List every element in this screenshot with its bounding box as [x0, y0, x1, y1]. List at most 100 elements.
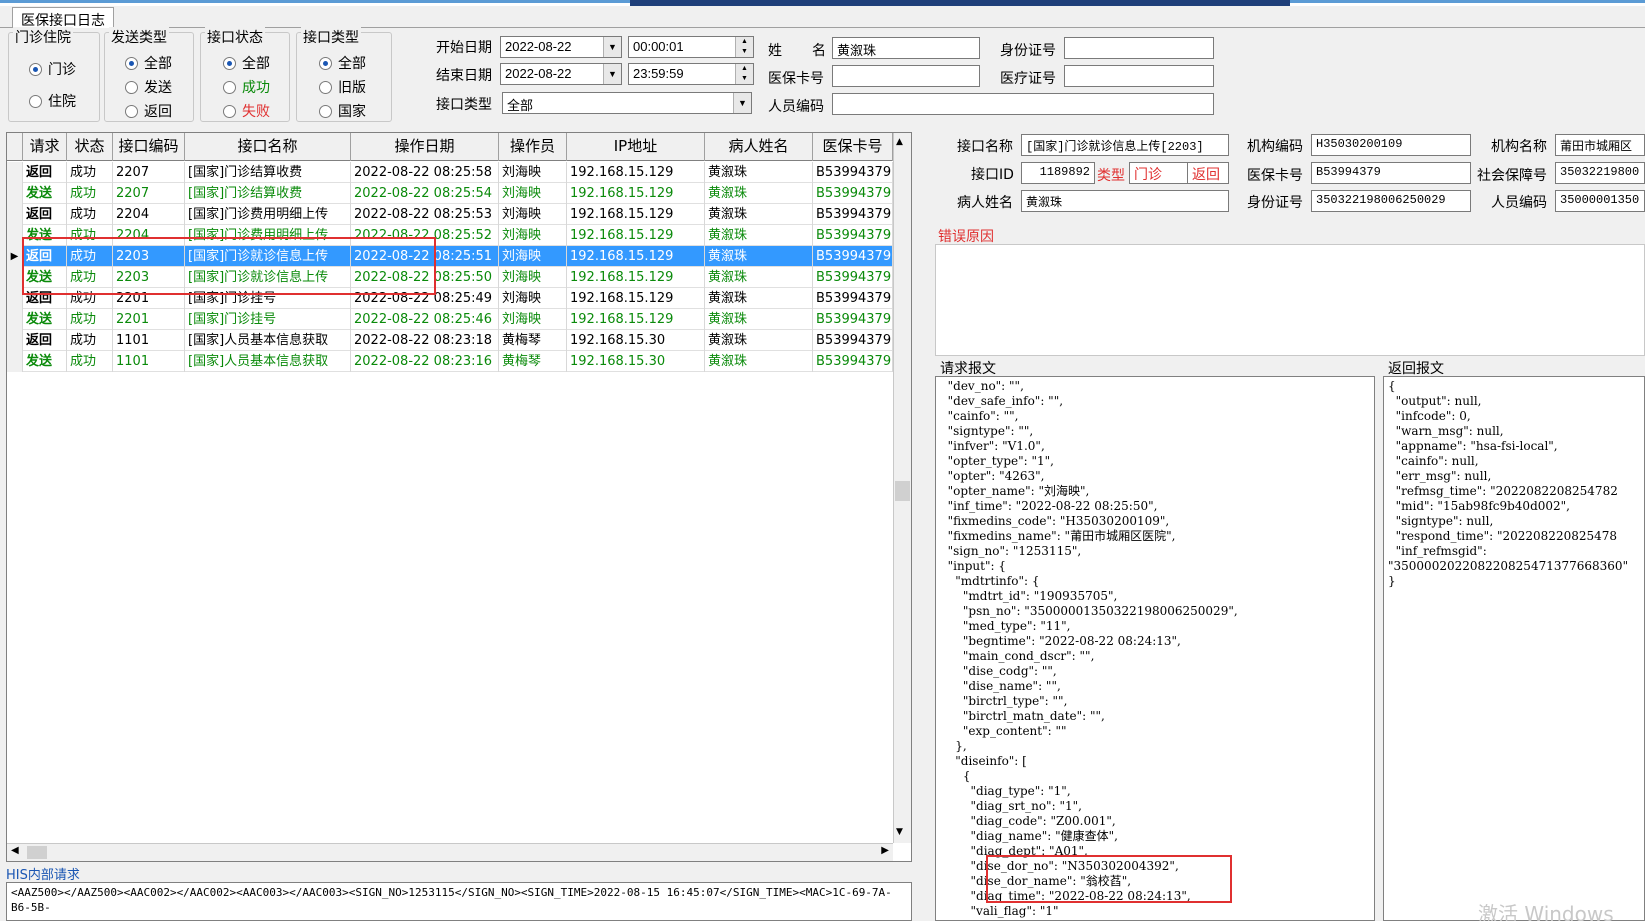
- row-indicator[interactable]: [7, 330, 23, 351]
- col-operator[interactable]: 操作员: [499, 133, 567, 161]
- cell-patient: 黄溆珠: [705, 288, 813, 309]
- cell-operator: 刘海映: [499, 246, 567, 267]
- request-message-box[interactable]: "dev_no": "", "dev_safe_info": "", "cain…: [935, 376, 1375, 921]
- scroll-down-icon[interactable]: ▼: [896, 827, 903, 837]
- cell-patient: 黄溆珠: [705, 162, 813, 183]
- patient-name-input[interactable]: 黄溆珠: [832, 37, 980, 59]
- chevron-down-icon[interactable]: ▼: [603, 37, 621, 57]
- chevron-down-icon[interactable]: ▼: [733, 93, 751, 113]
- detail-card-field[interactable]: B53994379: [1311, 162, 1471, 184]
- response-message-title: 返回报文: [1388, 361, 1444, 377]
- radio-status-all[interactable]: 全部: [223, 53, 270, 73]
- medcert-input[interactable]: [1064, 65, 1214, 87]
- col-name[interactable]: 接口名称: [185, 133, 351, 161]
- radio-send[interactable]: 发送: [125, 77, 172, 97]
- radio-type-national[interactable]: 国家: [319, 101, 366, 121]
- table-row[interactable]: 返回 成功 2204 [国家]门诊费用明细上传 2022-08-22 08:25:53 刘…: [7, 204, 893, 225]
- radio-success[interactable]: 成功: [223, 77, 270, 97]
- response-message-box[interactable]: { "output": null, "infcode": 0, "warn_ms…: [1383, 376, 1645, 921]
- chevron-down-icon[interactable]: ▼: [603, 64, 621, 84]
- cell-operator: 刘海映: [499, 183, 567, 204]
- hscroll-thumb[interactable]: [27, 846, 47, 859]
- row-indicator[interactable]: [7, 225, 23, 246]
- spin-icon[interactable]: ▲ ▼: [735, 64, 753, 84]
- table-row[interactable]: 发送 成功 2201 [国家]门诊挂号 2022-08-22 08:25:46 刘海映 19…: [7, 309, 893, 330]
- col-request[interactable]: 请求: [23, 133, 67, 161]
- spin-icon[interactable]: ▲ ▼: [735, 37, 753, 57]
- row-indicator[interactable]: [7, 204, 23, 225]
- cell-name: [国家]门诊费用明细上传: [185, 204, 351, 225]
- table-row[interactable]: 发送 成功 2207 [国家]门诊结算收费 2022-08-22 08:25:54 刘海映…: [7, 183, 893, 204]
- radio-inpatient[interactable]: 住院: [29, 91, 76, 111]
- col-status[interactable]: 状态: [67, 133, 113, 161]
- row-indicator[interactable]: [7, 183, 23, 204]
- cell-patient: 黄溆珠: [705, 183, 813, 204]
- cell-operator: 刘海映: [499, 204, 567, 225]
- cell-request: 发送: [23, 351, 67, 372]
- scroll-left-icon[interactable]: ◀: [11, 845, 19, 856]
- start-date-label: 开始日期: [436, 40, 492, 56]
- his-request-text[interactable]: <AAZ500></AAZ500><AAC002></AAC002><AAC00…: [6, 882, 912, 921]
- person-label: 人员编码: [1491, 195, 1547, 211]
- org-name-label: 机构名称: [1491, 139, 1547, 155]
- person-code-input[interactable]: [832, 93, 1214, 115]
- horizontal-scrollbar[interactable]: ◀ ▶: [7, 843, 893, 861]
- col-ip[interactable]: IP地址: [567, 133, 705, 161]
- start-date-picker[interactable]: 2022-08-22 ▼: [500, 36, 622, 58]
- col-patient[interactable]: 病人姓名: [705, 133, 813, 161]
- table-row[interactable]: 发送 成功 1101 [国家]人员基本信息获取 2022-08-22 08:23:16 黄…: [7, 351, 893, 372]
- org-code-field[interactable]: H35030200109: [1311, 134, 1471, 156]
- scroll-up-icon[interactable]: ▲: [896, 137, 903, 147]
- log-grid[interactable]: 请求 状态 接口编码 接口名称 操作日期 操作员 IP地址 病人姓名 医保卡号 …: [6, 132, 912, 862]
- radio-send-all[interactable]: 全部: [125, 53, 172, 73]
- row-indicator[interactable]: [7, 288, 23, 309]
- row-indicator[interactable]: [7, 351, 23, 372]
- cell-patient: 黄溆珠: [705, 225, 813, 246]
- id-label: 身份证号: [1000, 43, 1056, 59]
- error-reason-box[interactable]: [935, 244, 1645, 356]
- ss-field[interactable]: 35032219800: [1555, 162, 1645, 184]
- iface-type-select[interactable]: 全部 ▼: [502, 92, 752, 114]
- start-time-spinner[interactable]: 00:00:01 ▲ ▼: [628, 36, 754, 58]
- card-input[interactable]: [832, 65, 980, 87]
- cell-code: 2207: [113, 183, 185, 204]
- col-card[interactable]: 医保卡号: [813, 133, 893, 161]
- cell-request: 发送: [23, 183, 67, 204]
- radio-type-all[interactable]: 全部: [319, 53, 366, 73]
- table-row[interactable]: 返回 成功 1101 [国家]人员基本信息获取 2022-08-22 08:23:18 黄…: [7, 330, 893, 351]
- row-indicator[interactable]: [7, 162, 23, 183]
- row-indicator[interactable]: ▶: [7, 246, 23, 267]
- scroll-right-icon[interactable]: ▶: [881, 845, 889, 856]
- org-name-field[interactable]: 莆田市城厢区: [1555, 134, 1645, 156]
- org-code-label: 机构编码: [1247, 139, 1303, 155]
- cell-status: 成功: [67, 204, 113, 225]
- person-field[interactable]: 35000001350: [1555, 190, 1645, 212]
- radio-type-old[interactable]: 旧版: [319, 77, 366, 97]
- table-row[interactable]: 返回 成功 2207 [国家]门诊结算收费 2022-08-22 08:25:58 刘海映…: [7, 162, 893, 183]
- filter-panel: 门诊住院 门诊 住院 发送类型 全部 发送 返回 接口状态 全部 成功 失败 接…: [0, 27, 1645, 126]
- patient-field[interactable]: 黄溆珠: [1021, 190, 1229, 212]
- col-date[interactable]: 操作日期: [351, 133, 499, 161]
- tab-bar: 医保接口日志: [0, 6, 1645, 29]
- medcert-label: 医疗证号: [1000, 71, 1056, 87]
- radio-outpatient[interactable]: 门诊: [29, 59, 76, 79]
- radio-fail[interactable]: 失败: [223, 101, 270, 121]
- vertical-scrollbar[interactable]: ▲ ▼: [893, 133, 911, 843]
- cell-operator: 刘海映: [499, 225, 567, 246]
- cell-card: B53994379: [813, 246, 893, 267]
- row-indicator[interactable]: [7, 309, 23, 330]
- row-indicator[interactable]: [7, 267, 23, 288]
- cell-ip: 192.168.15.129: [567, 225, 705, 246]
- tab-insurance-log[interactable]: 医保接口日志: [12, 7, 114, 29]
- radio-return[interactable]: 返回: [125, 101, 172, 121]
- cell-code: 2204: [113, 204, 185, 225]
- iface-name-field[interactable]: [国家]门诊就诊信息上传[2203]: [1021, 134, 1229, 156]
- id-input[interactable]: [1064, 37, 1214, 59]
- iface-type-label: 接口类型: [436, 97, 492, 113]
- col-code[interactable]: 接口编码: [113, 133, 185, 161]
- scroll-thumb[interactable]: [895, 481, 910, 501]
- iface-id-field[interactable]: 1189892: [1021, 162, 1095, 184]
- idno-field[interactable]: 350322198006250029: [1311, 190, 1471, 212]
- end-time-spinner[interactable]: 23:59:59 ▲ ▼: [628, 63, 754, 85]
- end-date-picker[interactable]: 2022-08-22 ▼: [500, 63, 622, 85]
